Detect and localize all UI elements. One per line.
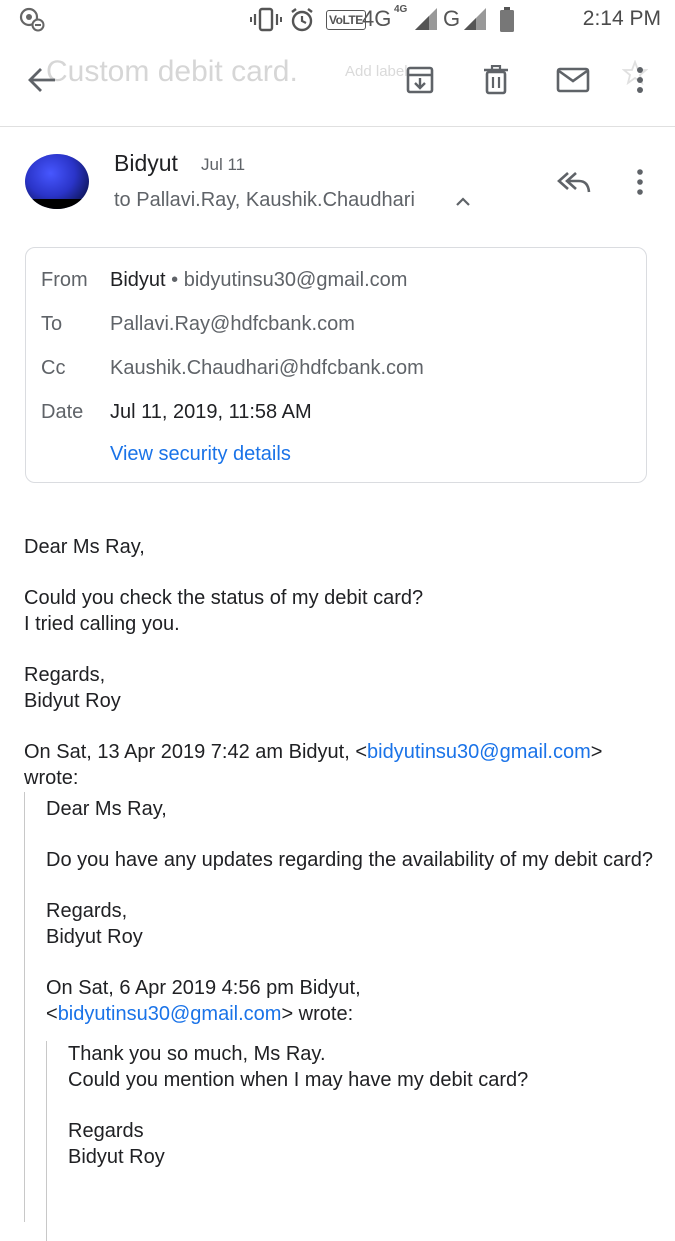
quote-signature: Bidyut Roy [46, 926, 143, 948]
add-label-hint[interactable]: Add label [345, 63, 408, 80]
back-arrow-icon [27, 67, 57, 93]
message-more-button[interactable] [622, 166, 658, 202]
quote-greeting: Dear Ms Ray, [46, 798, 167, 820]
date-value: Jul 11, 2019, 11:58 AM [110, 401, 312, 423]
nested-quote-header: On Sat, 6 Apr 2019 4:56 pm Bidyut, [46, 977, 361, 999]
nested-quote-regards: Regards [68, 1120, 144, 1142]
mark-unread-button[interactable] [553, 60, 593, 100]
more-options-button[interactable] [620, 60, 660, 100]
archive-button[interactable] [400, 60, 440, 100]
from-name: Bidyut [110, 269, 166, 291]
recipients-summary[interactable]: to Pallavi.Ray, Kaushik.Chaudhari [114, 189, 415, 212]
delete-button[interactable] [476, 60, 516, 100]
location-off-icon [16, 6, 46, 39]
cc-value[interactable]: Kaushik.Chaudhari@hdfcbank.com [110, 357, 424, 380]
more-vert-icon [636, 168, 644, 200]
delete-icon [482, 65, 510, 95]
reply-all-icon [557, 170, 591, 199]
network-4g-label: 4G [362, 6, 392, 31]
vibrate-icon [250, 6, 282, 39]
message-header: Bidyut Jul 11 to Pallavi.Ray, Kaushik.Ch… [0, 126, 675, 246]
battery-icon [499, 6, 515, 39]
sender-name: Bidyut [114, 150, 178, 176]
mark-unread-icon [556, 67, 590, 93]
volte-indicator: VoLTE [326, 10, 366, 30]
quote-line: Do you have any updates regarding the av… [46, 849, 654, 871]
nested-quote-prefix: < [46, 1003, 58, 1025]
archive-icon [405, 65, 435, 95]
nested-quote-email-link[interactable]: bidyutinsu30@gmail.com [58, 1003, 282, 1025]
email-body: Dear Ms Ray, Could you check the status … [24, 534, 654, 791]
more-vert-icon [636, 66, 644, 94]
quote-header: On Sat, 13 Apr 2019 7:42 am Bidyut, <bid… [24, 739, 654, 765]
message-details-card: From Bidyut • bidyutinsu30@gmail.com To … [25, 247, 647, 483]
network-4g-superscript: 4G [394, 4, 408, 15]
reply-all-button[interactable] [552, 166, 596, 202]
from-value: Bidyut • bidyutinsu30@gmail.com [110, 269, 408, 291]
quoted-message: Dear Ms Ray, Do you have any updates reg… [24, 792, 654, 1241]
quote-regards: Regards, [46, 900, 128, 922]
nested-quote-line: Thank you so much, Ms Ray. [68, 1043, 326, 1065]
email-subject: Custom debit card. [46, 55, 298, 88]
quote-header-prefix: On Sat, 13 Apr 2019 7:42 am Bidyut, < [24, 741, 367, 763]
date-label: Date [41, 401, 84, 423]
nested-quoted-message: Thank you so much, Ms Ray. Could you men… [46, 1041, 654, 1241]
clock-time: 2:14 PM [582, 7, 661, 30]
to-label: To [41, 313, 63, 335]
greeting: Dear Ms Ray, [24, 536, 145, 558]
back-button[interactable] [22, 60, 62, 100]
cc-label: Cc [41, 357, 66, 379]
quote-header-suffix: > [590, 741, 603, 763]
to-value[interactable]: Pallavi.Ray@hdfcbank.com [110, 313, 355, 336]
nested-quote-line: Could you mention when I may have my deb… [68, 1069, 529, 1091]
signature: Bidyut Roy [24, 690, 121, 712]
nested-quote-header-line2: <bidyutinsu30@gmail.com> wrote: [46, 1001, 654, 1027]
network-g-label: G [443, 6, 461, 31]
body-line: Could you check the status of my debit c… [24, 587, 424, 609]
status-bar: VoLTE 4G 4G G 2:14 PM [0, 0, 675, 40]
from-label: From [41, 269, 88, 291]
view-security-details-link[interactable]: View security details [110, 443, 291, 466]
regards: Regards, [24, 664, 106, 686]
nested-quote-signature: Bidyut Roy [68, 1146, 165, 1168]
signal-strength-icon [413, 6, 439, 37]
alarm-icon [288, 6, 316, 39]
quote-email-link[interactable]: bidyutinsu30@gmail.com [367, 741, 591, 763]
signal-strength-icon [462, 6, 488, 37]
chevron-up-icon[interactable] [455, 194, 471, 212]
avatar[interactable] [25, 154, 89, 209]
quote-header-wrote: wrote: [24, 767, 79, 789]
nested-quote-suffix: > wrote: [281, 1003, 354, 1025]
body-line: I tried calling you. [24, 613, 180, 635]
app-toolbar: Custom debit card. Add label [0, 40, 675, 127]
message-date: Jul 11 [201, 155, 246, 174]
from-email[interactable]: bidyutinsu30@gmail.com [184, 269, 408, 291]
